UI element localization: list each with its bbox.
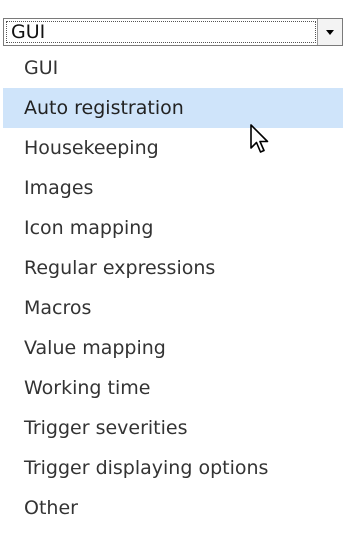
option-gui[interactable]: GUI <box>3 48 343 88</box>
select-current-value: GUI <box>11 21 46 43</box>
option-working-time[interactable]: Working time <box>3 368 343 408</box>
select-focus-ring <box>6 21 316 43</box>
option-trigger-severities[interactable]: Trigger severities <box>3 408 343 448</box>
option-trigger-displaying-options[interactable]: Trigger displaying options <box>3 448 343 488</box>
config-select-dropdown[interactable]: GUI <box>3 18 343 46</box>
option-other[interactable]: Other <box>3 488 343 528</box>
option-icon-mapping[interactable]: Icon mapping <box>3 208 343 248</box>
dropdown-options-list: GUI Auto registration Housekeeping Image… <box>3 48 343 528</box>
option-macros[interactable]: Macros <box>3 288 343 328</box>
option-images[interactable]: Images <box>3 168 343 208</box>
option-housekeeping[interactable]: Housekeeping <box>3 128 343 168</box>
mouse-pointer-icon <box>250 124 269 153</box>
option-regular-expressions[interactable]: Regular expressions <box>3 248 343 288</box>
option-value-mapping[interactable]: Value mapping <box>3 328 343 368</box>
dropdown-arrow-button[interactable] <box>317 19 342 45</box>
option-auto-registration[interactable]: Auto registration <box>3 88 343 128</box>
